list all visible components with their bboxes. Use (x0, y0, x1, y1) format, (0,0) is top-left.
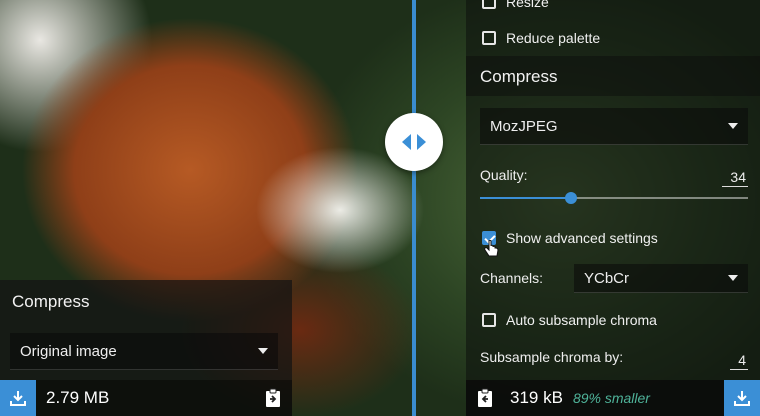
savings-text: 89% smaller (572, 390, 650, 406)
auto-subsample-option[interactable]: Auto subsample chroma (482, 312, 657, 328)
subsample-value-input[interactable]: 4 (730, 352, 748, 370)
show-advanced-option[interactable]: Show advanced settings (482, 230, 658, 246)
hand-cursor-icon (484, 240, 499, 257)
reduce-palette-label: Reduce palette (506, 30, 601, 46)
channels-value: YCbCr (584, 269, 630, 287)
right-method-select[interactable]: MozJPEG (480, 108, 748, 145)
auto-subsample-label: Auto subsample chroma (506, 312, 657, 328)
download-icon (734, 391, 750, 406)
subsample-label: Subsample chroma by: (480, 349, 624, 365)
channels-select[interactable]: YCbCr (574, 264, 748, 293)
auto-subsample-checkbox[interactable] (482, 313, 496, 327)
quality-slider[interactable] (480, 192, 748, 204)
left-compress-title: Compress (12, 292, 90, 311)
right-compress-title: Compress (480, 67, 558, 86)
right-options-panel: Resize Reduce palette Compress MozJPEG Q… (466, 0, 760, 416)
left-method-value: Original image (20, 342, 117, 360)
copy-settings-left-button[interactable] (474, 387, 496, 409)
reduce-palette-checkbox[interactable] (482, 31, 496, 45)
reduce-palette-option[interactable]: Reduce palette (482, 30, 600, 46)
quality-label: Quality: (480, 167, 528, 183)
resize-checkbox[interactable] (482, 0, 496, 9)
copy-settings-icon (478, 388, 492, 407)
quality-value-input[interactable]: 34 (722, 169, 748, 187)
quality-slider-thumb[interactable] (565, 192, 578, 204)
right-method-value: MozJPEG (490, 117, 558, 135)
copy-settings-icon (266, 388, 280, 407)
channels-label: Channels: (480, 270, 544, 286)
chevron-down-icon (258, 348, 268, 354)
show-advanced-label: Show advanced settings (506, 230, 658, 246)
right-download-button[interactable] (724, 380, 760, 416)
resize-label: Resize (506, 0, 549, 10)
left-results-bar: 2.79 MB (0, 380, 292, 416)
right-results-bar: 319 kB 89% smaller (466, 380, 760, 416)
left-file-size: 2.79 MB (46, 388, 110, 407)
quality-slider-fill (480, 197, 572, 199)
swap-arrows-icon (402, 134, 426, 150)
comparison-divider[interactable] (412, 0, 416, 416)
resize-option[interactable]: Resize (482, 0, 549, 10)
left-download-button[interactable] (0, 380, 36, 416)
right-file-size: 319 kB (510, 388, 563, 407)
chevron-down-icon (728, 275, 738, 281)
chevron-down-icon (728, 123, 738, 129)
left-method-select[interactable]: Original image (10, 333, 278, 370)
download-icon (10, 391, 26, 406)
copy-settings-right-button[interactable] (262, 387, 284, 409)
comparison-slider-handle[interactable] (385, 113, 443, 171)
